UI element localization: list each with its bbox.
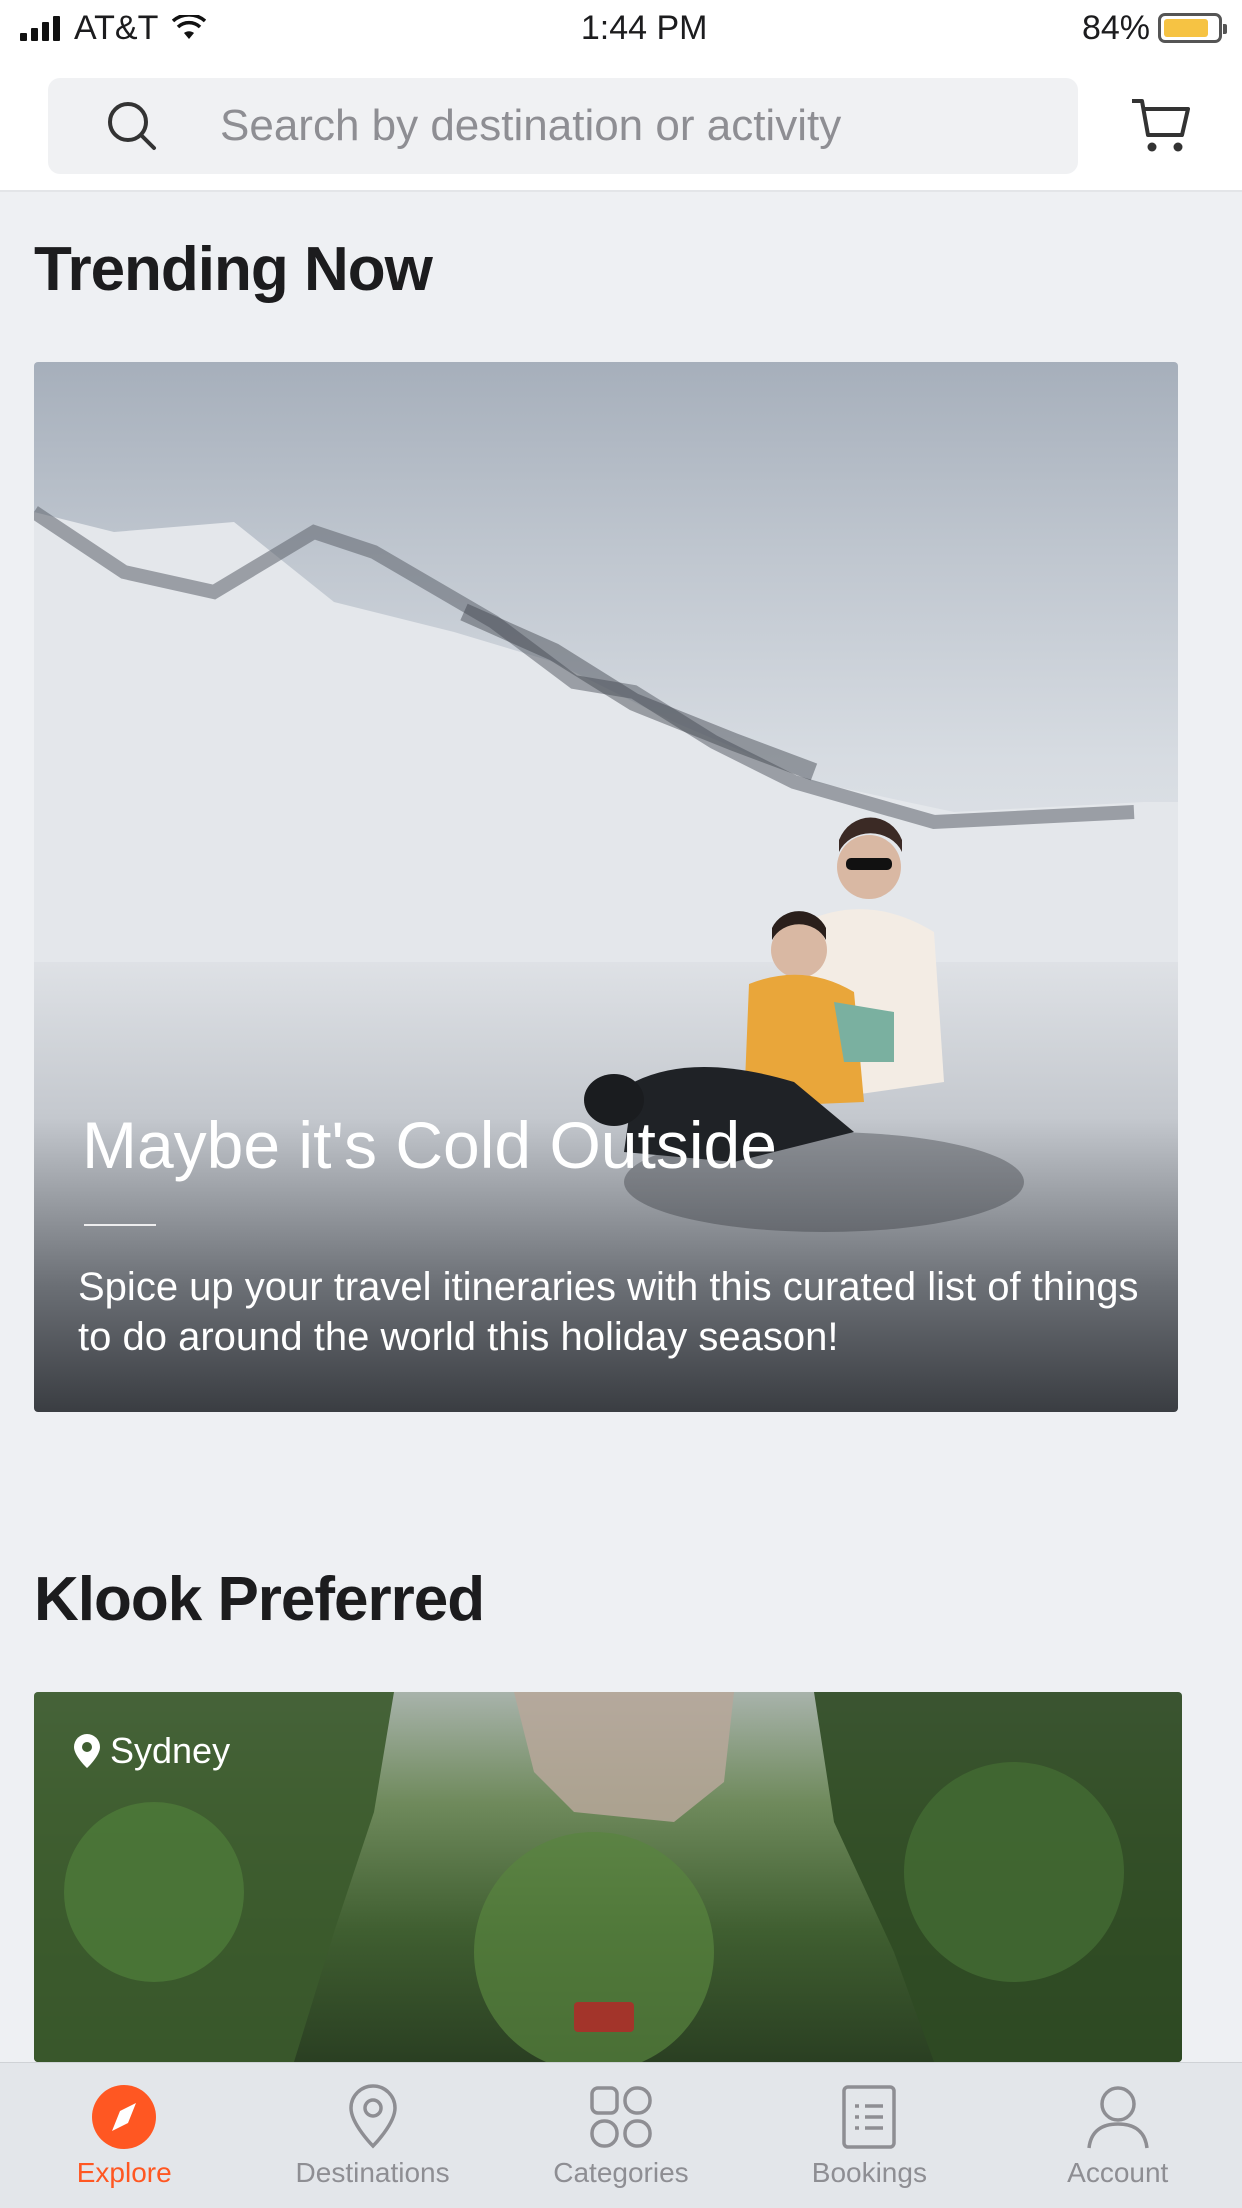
battery-percent: 84%	[1081, 8, 1150, 47]
search-placeholder: Search by destination or activity	[220, 101, 842, 150]
card-divider	[84, 1224, 156, 1226]
trending-section-title: Trending Now	[34, 235, 433, 304]
nav-label-account: Account	[1067, 2157, 1169, 2188]
carrier-label: AT&T	[74, 8, 159, 47]
nav-label-categories: Categories	[553, 2157, 689, 2188]
wifi-icon	[172, 15, 207, 39]
status-bar: AT&T 1:44 PM 84%	[0, 0, 1242, 56]
trending-card[interactable]: Maybe it's Cold Outside Spice up your tr…	[34, 362, 1178, 1412]
nav-item-explore[interactable]: Explore	[14, 2081, 234, 2189]
bottom-nav: Explore Destinations Categories Bookings…	[0, 2062, 1242, 2208]
user-icon	[1082, 2081, 1154, 2153]
trending-card-title: Maybe it's Cold Outside	[82, 1108, 777, 1182]
nav-item-account[interactable]: Account	[1008, 2081, 1228, 2189]
nav-item-categories[interactable]: Categories	[511, 2081, 731, 2189]
location-tag: Sydney	[74, 1730, 230, 1772]
nav-label-explore: Explore	[76, 2157, 172, 2188]
preferred-card[interactable]: Sydney	[34, 1692, 1182, 2062]
preferred-section-title: Klook Preferred	[34, 1565, 485, 1634]
header: Search by destination or activity	[0, 56, 1242, 192]
nav-item-bookings[interactable]: Bookings	[759, 2081, 979, 2189]
status-time: 1:44 PM	[580, 8, 708, 47]
status-right: 84%	[1081, 8, 1227, 48]
location-pin-icon	[337, 2081, 409, 2153]
search-input[interactable]: Search by destination or activity	[48, 78, 1078, 174]
nav-item-destinations[interactable]: Destinations	[263, 2081, 483, 2189]
location-label: Sydney	[110, 1730, 231, 1771]
search-icon	[100, 94, 164, 158]
battery-icon	[1158, 13, 1227, 43]
compass-icon	[88, 2081, 160, 2153]
signal-icon	[20, 15, 60, 41]
trending-card-image	[34, 506, 1178, 1232]
list-icon	[833, 2081, 905, 2153]
cart-icon[interactable]	[1126, 90, 1196, 160]
grid-icon	[585, 2081, 657, 2153]
location-pin-icon	[74, 1734, 100, 1768]
nav-label-destinations: Destinations	[295, 2157, 450, 2188]
nav-label-bookings: Bookings	[811, 2157, 927, 2188]
status-left: AT&T	[20, 8, 207, 48]
trending-card-description: Spice up your travel itineraries with th…	[78, 1265, 1139, 1359]
